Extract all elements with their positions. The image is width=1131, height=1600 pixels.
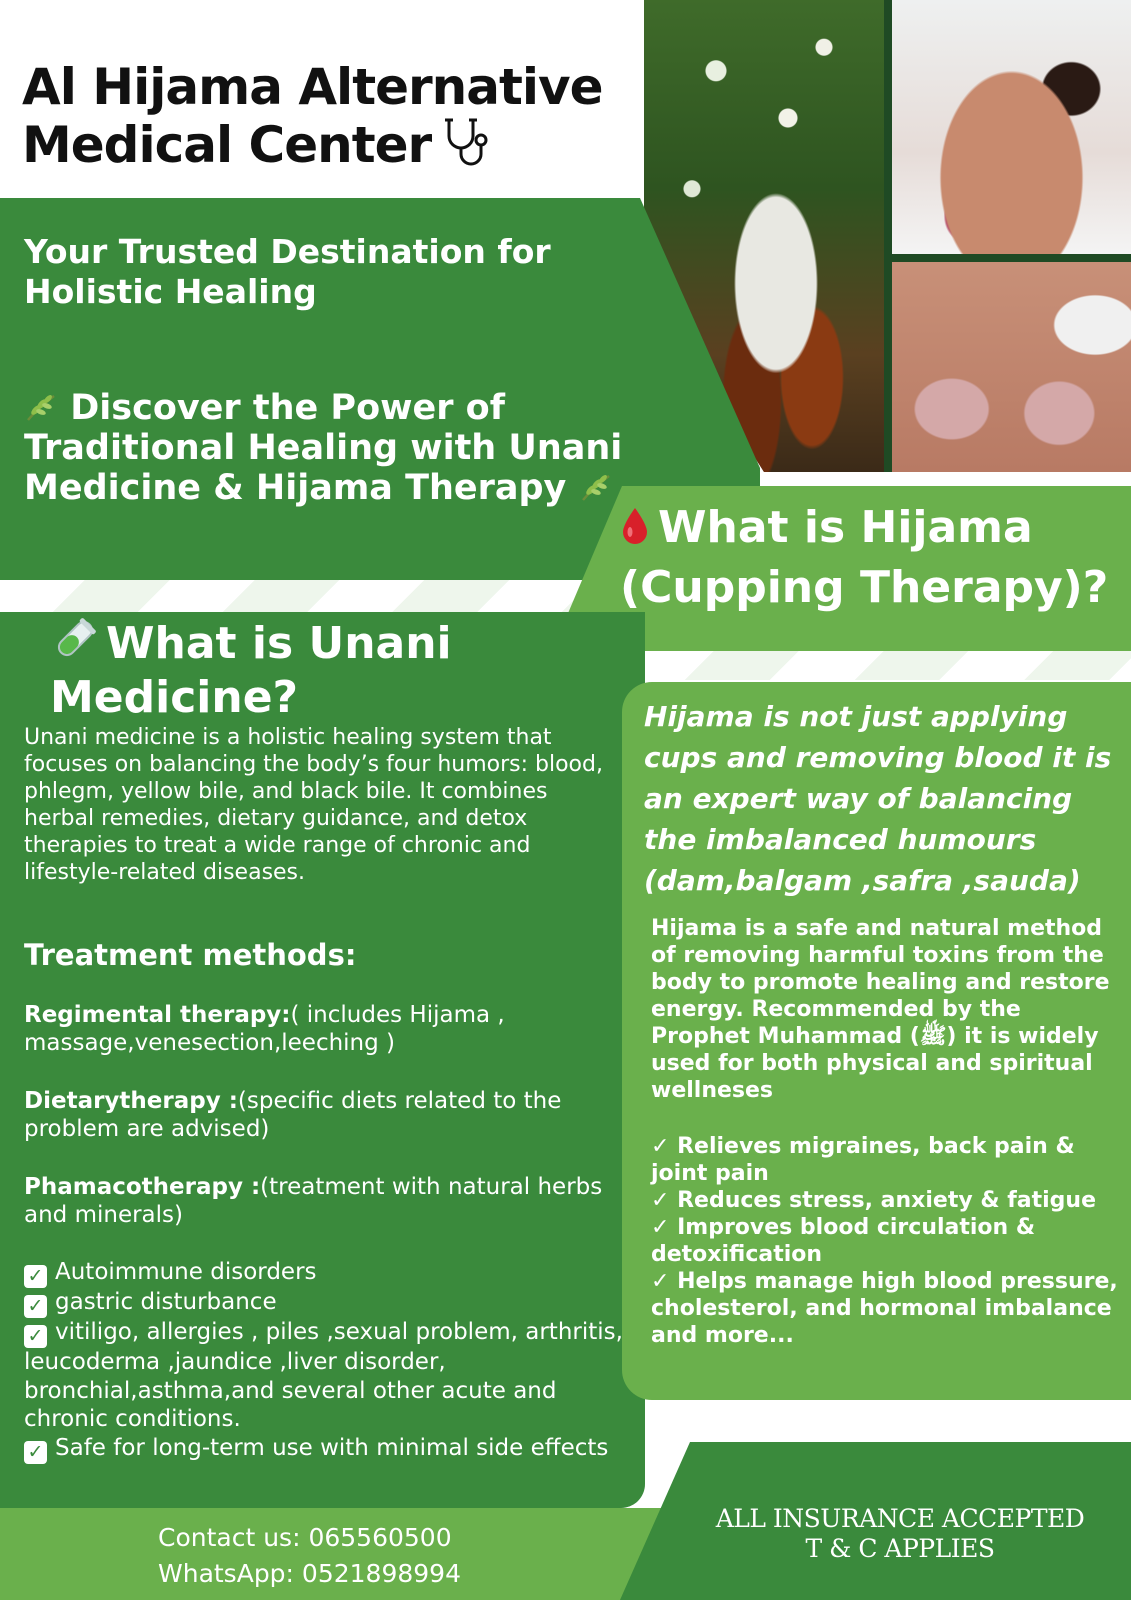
check-box-icon: ✓ (24, 1440, 47, 1464)
contact-info: Contact us: 065560500 WhatsApp: 05218989… (158, 1520, 578, 1592)
method-name: Phamacotherapy : (24, 1174, 261, 1200)
benefit-text: Autoimmune disorders (55, 1259, 317, 1285)
benefit-text: Safe for long-term use with minimal side… (55, 1434, 609, 1461)
contact-whatsapp[interactable]: WhatsApp: 0521898994 (158, 1556, 578, 1592)
check-box-icon: ✓ (24, 1325, 47, 1348)
list-item: ✓ Helps manage high blood pressure, chol… (651, 1269, 1118, 1348)
treatment-methods-title: Treatment methods: (24, 938, 357, 972)
photo-divider (892, 254, 1131, 262)
unani-heading-text: What is Unani Medicine? (50, 618, 452, 723)
herb-leaf-icon (24, 391, 58, 421)
list-item: ✓ Autoimmune disorders (24, 1258, 634, 1288)
hijama-benefits-list: ✓ Relieves migraines, back pain & joint … (651, 1133, 1121, 1349)
stethoscope-icon (441, 116, 491, 180)
unani-benefits-list: ✓ Autoimmune disorders ✓ gastric disturban… (24, 1258, 634, 1464)
treatment-method: Phamacotherapy :(treatment with natural … (24, 1173, 624, 1229)
discover-text: Discover the Power of Traditional Healin… (24, 388, 624, 508)
insurance-note: ALL INSURANCE ACCEPTED T & C APPLIES (680, 1504, 1120, 1564)
test-tube-icon (50, 618, 98, 673)
check-box-icon: ✓ (24, 1265, 47, 1288)
insurance-line-1: ALL INSURANCE ACCEPTED (715, 1504, 1085, 1533)
hijama-quote: Hijama is not just applying cups and rem… (644, 700, 1112, 897)
hijama-description: Hijama is a safe and natural method of r… (651, 916, 1110, 1103)
list-item: ✓ Safe for long-term use with minimal sid… (24, 1434, 634, 1464)
cupping-therapy-photo-2 (892, 262, 1131, 472)
benefit-text: gastric disturbance (55, 1289, 277, 1315)
herb-leaf-icon (579, 471, 613, 501)
list-item: ✓ Reduces stress, anxiety & fatigue (651, 1188, 1096, 1213)
photo-divider (884, 0, 892, 472)
list-item: ✓ gastric disturbance (24, 1288, 634, 1318)
page-title: Al Hijama Alternative Medical Center (22, 58, 642, 180)
title-line-2: Medical Center (22, 116, 432, 174)
blood-drop-icon (620, 504, 650, 560)
list-item: ✓ Relieves migraines, back pain & joint … (651, 1134, 1075, 1186)
insurance-line-2: T & C APPLIES (805, 1534, 995, 1563)
unani-description: Unani medicine is a holistic healing sys… (24, 725, 603, 885)
list-item: ✓ vitiligo, allergies , piles ,sexual pro… (24, 1318, 634, 1434)
method-name: Regimental therapy: (24, 1002, 291, 1028)
discover-label: Discover the Power of Traditional Healin… (24, 388, 623, 508)
list-item: ✓ Improves blood circulation & detoxific… (651, 1215, 1036, 1267)
title-line-1: Al Hijama Alternative (22, 58, 604, 116)
treatment-method: Dietarytherapy :(specific diets related … (24, 1087, 624, 1143)
check-box-icon: ✓ (24, 1295, 47, 1318)
method-name: Dietarytherapy : (24, 1088, 238, 1114)
treatment-method: Regimental therapy:( includes Hijama , m… (24, 1001, 624, 1057)
contact-phone[interactable]: Contact us: 065560500 (158, 1520, 578, 1556)
unani-heading: What is Unani Medicine? (50, 618, 610, 723)
hijama-heading: What is Hijama (Cupping Therapy)? (620, 500, 1120, 616)
cupping-therapy-photo-1 (892, 0, 1131, 254)
hijama-heading-text: What is Hijama (Cupping Therapy)? (620, 502, 1109, 613)
tagline: Your Trusted Destination for Holistic He… (24, 232, 551, 311)
benefit-text: vitiligo, allergies , piles ,sexual prob… (24, 1319, 623, 1433)
